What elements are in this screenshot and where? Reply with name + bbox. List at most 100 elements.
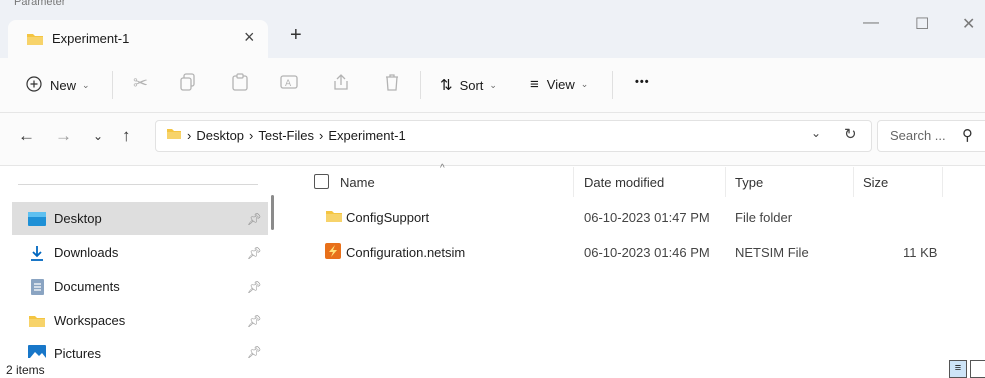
file-date-modified: 06-10-2023 01:47 PM — [584, 210, 710, 225]
search-box[interactable]: Search ... ⚲ — [877, 120, 985, 152]
svg-text:A: A — [285, 79, 292, 89]
address-row: ← → ⌄ ↑ › Desktop › Test-Files › Experim… — [0, 113, 985, 165]
column-header-name[interactable]: Name — [340, 175, 375, 190]
file-type: NETSIM File — [735, 245, 809, 260]
previous-tab-remnant: Parameter — [14, 0, 66, 6]
breadcrumb-separator: › — [187, 128, 192, 143]
sort-button[interactable]: ⇅ Sort ⌄ — [440, 76, 497, 94]
netsim-file-icon — [325, 243, 341, 262]
breadcrumb-experiment-1[interactable]: Experiment-1 — [328, 128, 405, 143]
nav-pane-separator — [18, 184, 258, 185]
file-size: 11 KB — [903, 245, 938, 260]
sort-icon: ⇅ — [440, 77, 453, 94]
nav-item-documents[interactable]: Documents 📌︎ — [12, 270, 268, 303]
file-type: File folder — [735, 210, 793, 225]
file-name: ConfigSupport — [346, 210, 430, 225]
view-lines-icon: ≡ — [530, 76, 539, 93]
nav-item-downloads[interactable]: Downloads 📌︎ — [12, 236, 268, 269]
nav-item-label: Desktop — [54, 211, 102, 226]
breadcrumb-separator: › — [249, 128, 254, 143]
nav-item-label: Downloads — [54, 245, 119, 260]
nav-item-label: Pictures — [54, 346, 101, 358]
select-all-checkbox[interactable] — [314, 174, 329, 189]
address-bar[interactable]: › Desktop › Test-Files › Experiment-1 ⌄ … — [155, 120, 872, 152]
breadcrumb-desktop[interactable]: Desktop — [196, 128, 244, 143]
table-row[interactable]: Configuration.netsim 06-10-2023 01:46 PM… — [300, 239, 950, 265]
pictures-icon — [28, 345, 46, 358]
nav-item-label: Workspaces — [54, 313, 126, 328]
delete-icon[interactable] — [384, 73, 400, 96]
toolbar-divider — [612, 71, 613, 99]
tab-close-icon[interactable]: × — [244, 27, 255, 48]
minimize-button[interactable]: — — [863, 14, 879, 32]
new-button[interactable]: New ⌄ — [26, 76, 90, 95]
close-window-button[interactable]: ✕ — [962, 14, 975, 34]
nav-item-desktop[interactable]: Desktop 📌︎ — [12, 202, 268, 235]
nav-item-label: Documents — [54, 279, 120, 294]
paste-icon[interactable] — [232, 73, 248, 96]
column-header-type[interactable]: Type — [735, 175, 763, 190]
command-bar: New ⌄ ✂ A ⇅ Sort ⌄ ≡ View ⌄ ••• — [0, 58, 985, 113]
breadcrumb-test-files[interactable]: Test-Files — [258, 128, 314, 143]
pin-icon[interactable]: 📌︎ — [247, 246, 262, 260]
view-button[interactable]: ≡ View ⌄ — [530, 76, 588, 93]
search-placeholder: Search ... — [890, 128, 946, 143]
cut-icon[interactable]: ✂ — [133, 73, 148, 94]
copy-icon[interactable] — [180, 73, 196, 96]
status-item-count: 2 items — [6, 363, 45, 377]
column-separator[interactable] — [573, 167, 574, 197]
nav-pane-scrollbar[interactable] — [271, 195, 274, 230]
refresh-icon[interactable]: ↻ — [844, 125, 857, 143]
new-button-label: New — [50, 78, 77, 93]
rename-icon[interactable]: A — [280, 73, 298, 96]
pin-icon[interactable]: 📌︎ — [247, 345, 262, 358]
share-icon[interactable] — [332, 73, 350, 96]
pin-icon[interactable]: 📌︎ — [247, 212, 262, 226]
column-header-size[interactable]: Size — [863, 175, 888, 190]
back-arrow-icon[interactable]: ← — [18, 126, 35, 146]
sort-ascending-caret-icon: ^ — [440, 163, 445, 174]
folder-icon — [166, 128, 182, 143]
column-separator[interactable] — [725, 167, 726, 197]
plus-circle-icon — [26, 76, 42, 95]
folder-icon — [26, 32, 44, 49]
breadcrumb: › Desktop › Test-Files › Experiment-1 — [166, 128, 406, 143]
address-dropdown-chevron-icon[interactable]: ⌄ — [811, 126, 821, 140]
chevron-down-icon: ⌄ — [580, 79, 589, 89]
title-bar: Parameter Experiment-1 × + — ☐ ✕ — [0, 0, 985, 58]
toolbar-divider — [420, 71, 421, 99]
maximize-button[interactable]: ☐ — [915, 14, 929, 34]
view-button-label: View — [546, 77, 575, 92]
folder-icon — [28, 314, 46, 328]
pin-icon[interactable]: 📌︎ — [247, 314, 262, 328]
tiles-view-toggle-icon[interactable] — [970, 360, 985, 378]
chevron-down-icon: ⌄ — [489, 79, 497, 90]
chevron-down-icon: ⌄ — [82, 80, 90, 90]
new-tab-button[interactable]: + — [290, 24, 302, 47]
recent-locations-chevron-icon[interactable]: ⌄ — [93, 129, 103, 143]
tab-experiment-1[interactable]: Experiment-1 × — [8, 20, 268, 58]
nav-item-workspaces[interactable]: Workspaces 📌︎ — [12, 304, 268, 337]
search-icon[interactable]: ⚲ — [962, 126, 973, 144]
documents-icon — [28, 278, 46, 295]
folder-icon — [325, 209, 343, 226]
up-arrow-icon[interactable]: ↑ — [122, 126, 131, 146]
details-view-toggle-icon[interactable]: ≡ — [949, 360, 967, 378]
tab-label: Experiment-1 — [52, 31, 130, 46]
sort-button-label: Sort — [459, 77, 484, 93]
divider — [0, 165, 985, 166]
download-icon — [28, 245, 46, 261]
nav-item-pictures[interactable]: Pictures 📌︎ — [12, 338, 268, 358]
file-name: Configuration.netsim — [346, 245, 466, 260]
breadcrumb-separator: › — [319, 128, 324, 143]
pin-icon[interactable]: 📌︎ — [247, 280, 262, 294]
column-separator[interactable] — [853, 167, 854, 197]
column-separator[interactable] — [942, 167, 943, 197]
table-row[interactable]: ConfigSupport 06-10-2023 01:47 PM File f… — [300, 204, 950, 230]
column-header-date-modified[interactable]: Date modified — [584, 175, 664, 190]
more-options-button[interactable]: ••• — [635, 76, 650, 88]
desktop-icon — [28, 211, 46, 226]
forward-arrow-icon[interactable]: → — [55, 126, 72, 146]
file-date-modified: 06-10-2023 01:46 PM — [584, 245, 710, 260]
toolbar-divider — [112, 71, 113, 99]
